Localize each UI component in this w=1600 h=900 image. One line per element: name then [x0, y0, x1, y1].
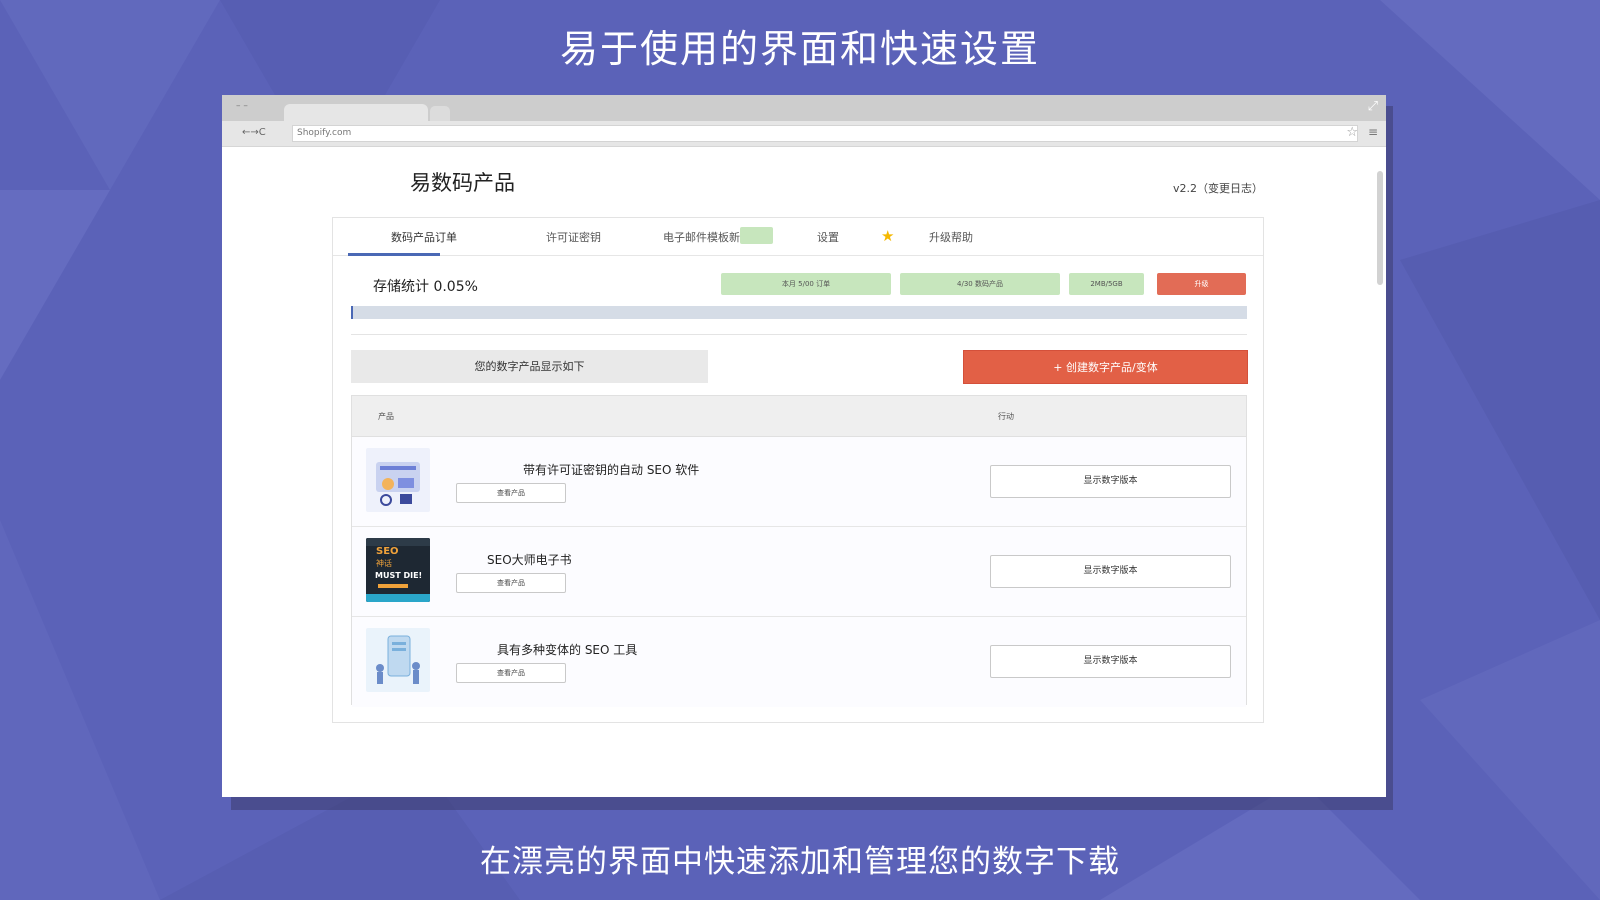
- ebook-seo-text: SEO: [376, 546, 399, 557]
- app-title: 易数码产品: [410, 171, 515, 195]
- storage-progress-bar: [351, 306, 1247, 319]
- stat-orders: 本月 5/00 订单: [721, 273, 891, 295]
- upgrade-button[interactable]: 升级: [1157, 273, 1246, 295]
- new-badge: [740, 227, 773, 244]
- view-product-button[interactable]: 查看产品: [456, 663, 566, 683]
- ebook-must-die-text: MUST DIE!: [375, 571, 422, 580]
- ebook-myth-text: 神话: [376, 558, 392, 568]
- nav-arrows-icon[interactable]: ←→C: [242, 127, 266, 138]
- active-tab-indicator: [348, 253, 440, 256]
- stat-storage: 2MB/5GB: [1069, 273, 1144, 295]
- bookmark-star-icon[interactable]: ☆: [1346, 125, 1358, 140]
- new-tab-button[interactable]: [430, 106, 450, 121]
- products-table: 产品 行动 带有许可证密钥的自动 SEO 软件 查看产品 显示数字版本 SEO …: [351, 395, 1247, 707]
- main-panel: 数码产品订单 许可证密钥 电子邮件模板新 设置 ★ 升级帮助 存储统计 0.05…: [332, 217, 1264, 723]
- stat-products: 4/30 数码产品: [900, 273, 1060, 295]
- version-changelog-link[interactable]: v2.2（变更日志）: [1173, 180, 1263, 196]
- product-thumbnail: [366, 628, 430, 692]
- show-digital-version-button[interactable]: 显示数字版本: [990, 465, 1231, 498]
- menu-icon[interactable]: ≡: [1368, 125, 1378, 139]
- product-thumbnail: [366, 448, 430, 512]
- view-product-button[interactable]: 查看产品: [456, 573, 566, 593]
- create-product-button[interactable]: + 创建数字产品/变体: [963, 350, 1248, 384]
- ebook-cover-image: SEO 神话 MUST DIE!: [366, 538, 430, 602]
- tab-email-templates[interactable]: 电子邮件模板新: [663, 229, 740, 245]
- tab-settings[interactable]: 设置: [817, 229, 839, 245]
- product-name: 具有多种变体的 SEO 工具: [497, 643, 638, 657]
- scrollbar[interactable]: [1377, 171, 1383, 285]
- products-info: 您的数字产品显示如下: [351, 350, 708, 383]
- browser-tabstrip: – – ⤢: [222, 95, 1386, 121]
- show-digital-version-button[interactable]: 显示数字版本: [990, 645, 1231, 678]
- tab-upgrade-help[interactable]: 升级帮助: [929, 229, 973, 245]
- table-row: SEO 神话 MUST DIE! SEO大师电子书 查看产品 显示数字版本: [352, 527, 1246, 617]
- storage-label: 存储统计 0.05%: [373, 279, 478, 295]
- table-header: 产品 行动: [352, 396, 1246, 437]
- storage-progress-fill: [351, 306, 353, 319]
- star-icon: ★: [881, 227, 895, 245]
- divider: [351, 334, 1247, 335]
- headline: 易于使用的界面和快速设置: [559, 27, 1040, 71]
- table-row: 具有多种变体的 SEO 工具 查看产品 显示数字版本: [352, 617, 1246, 707]
- browser-tab[interactable]: [284, 104, 428, 121]
- column-action: 行动: [998, 412, 1014, 421]
- product-name: SEO大师电子书: [487, 553, 572, 567]
- browser-toolbar: ←→C Shopify.com ☆ ≡: [222, 121, 1386, 147]
- address-bar[interactable]: Shopify.com: [292, 125, 1358, 142]
- tab-bar: 数码产品订单 许可证密钥 电子邮件模板新 设置 ★ 升级帮助: [333, 218, 1263, 256]
- footline: 在漂亮的界面中快速添加和管理您的数字下载: [480, 844, 1120, 880]
- show-digital-version-button[interactable]: 显示数字版本: [990, 555, 1231, 588]
- window-controls[interactable]: – –: [236, 101, 248, 111]
- tab-license-keys[interactable]: 许可证密钥: [546, 229, 601, 245]
- view-product-button[interactable]: 查看产品: [456, 483, 566, 503]
- table-row: 带有许可证密钥的自动 SEO 软件 查看产品 显示数字版本: [352, 437, 1246, 527]
- tab-digital-orders[interactable]: 数码产品订单: [391, 229, 457, 245]
- browser-window: – – ⤢ ←→C Shopify.com ☆ ≡ 易数码产品 v2.2（变更日…: [222, 95, 1386, 797]
- product-name: 带有许可证密钥的自动 SEO 软件: [523, 463, 700, 477]
- column-product: 产品: [378, 412, 394, 421]
- expand-icon[interactable]: ⤢: [1368, 99, 1378, 114]
